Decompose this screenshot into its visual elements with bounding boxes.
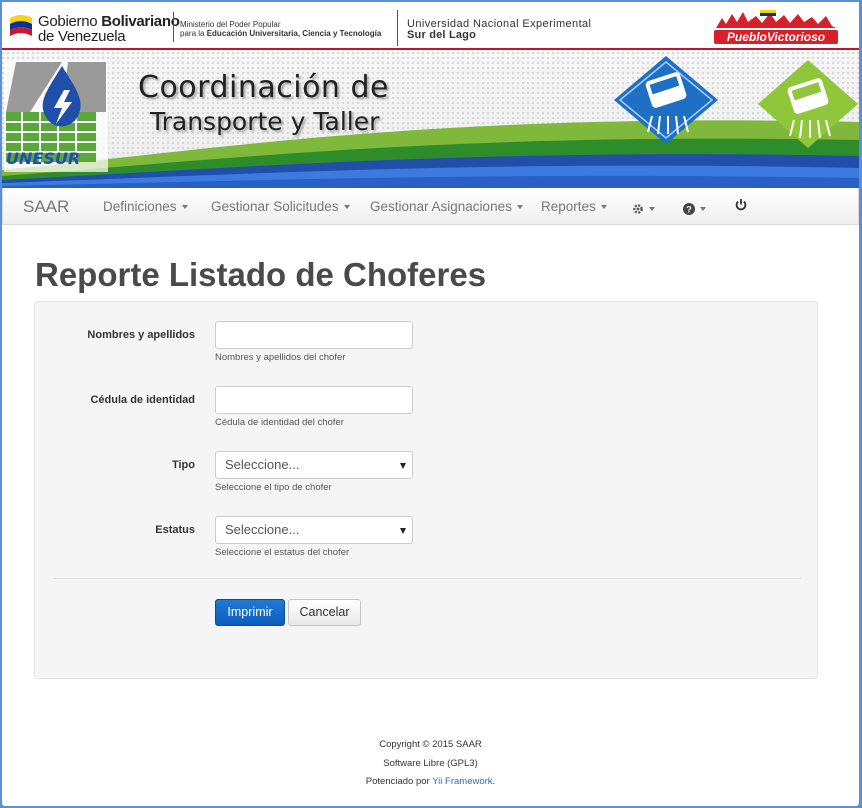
cedula-input[interactable] — [215, 386, 413, 414]
caret-down-icon — [700, 206, 706, 211]
field-label-tipo: Tipo — [171, 459, 195, 471]
select-arrow-icon — [400, 528, 406, 534]
tipo-hint: Seleccione el tipo de chofer — [215, 482, 332, 493]
field-label-cedula: Cédula de identidad — [90, 394, 195, 406]
page-title: Reporte Listado de Choferes — [35, 256, 487, 293]
venezuela-flag-icon — [10, 15, 32, 36]
logout-button[interactable] — [735, 198, 747, 214]
gear-icon — [633, 203, 643, 214]
estatus-hint: Seleccione el estatus del chofer — [215, 547, 350, 558]
footer-powered: Potenciado por Yii Framework. — [2, 776, 859, 787]
nav-item-label: Reportes — [541, 199, 596, 214]
report-form: Nombres y apellidos Nombres y apellidos … — [34, 301, 818, 679]
nav-item-gestionar-asignaciones[interactable]: Gestionar Asignaciones — [370, 199, 523, 214]
univ-line2: Sur del Lago — [407, 29, 477, 41]
unesur-logo-icon: UNESUR — [4, 60, 108, 172]
tipo-select-value: Seleccione... — [225, 457, 300, 472]
footer-license: Software Libre (GPL3) — [383, 758, 478, 769]
estatus-select[interactable]: Seleccione... — [215, 516, 413, 544]
gov-line2: de Venezuela — [38, 28, 126, 45]
nav-item-label: Gestionar Solicitudes — [211, 199, 339, 214]
ministry-name: Ministerio del Poder Popular para la Edu… — [180, 20, 381, 38]
select-arrow-icon — [400, 463, 406, 469]
caret-down-icon — [343, 205, 350, 210]
header-divider — [173, 12, 174, 42]
banner: UNESUR Coordinación de Transporte y Tall… — [2, 52, 859, 188]
ministry-line1: Ministerio del Poder Popular — [180, 20, 281, 29]
form-divider — [53, 578, 801, 579]
help-menu[interactable]: ? — [683, 200, 706, 216]
cedula-hint: Cédula de identidad del chofer — [215, 417, 344, 428]
caret-down-icon — [516, 205, 523, 210]
ministry-line2-bold: Educación Universitaria, Ciencia y Tecno… — [206, 29, 382, 38]
government-name: Gobierno Bolivariano de Venezuela — [38, 14, 180, 44]
footer-powered-suffix: . — [492, 776, 496, 787]
caret-down-icon — [181, 205, 188, 210]
nav-item-label: Definiciones — [103, 199, 177, 214]
tipo-select[interactable]: Seleccione... — [215, 451, 413, 479]
imprimir-button[interactable]: Imprimir — [215, 599, 285, 626]
nombres-input[interactable] — [215, 321, 413, 349]
caret-down-icon — [649, 206, 655, 211]
browser-page: Gobierno Bolivariano de Venezuela Minist… — [2, 2, 859, 806]
nav-item-reportes[interactable]: Reportes — [541, 199, 607, 214]
svg-text:?: ? — [686, 204, 692, 214]
nav-item-label: Gestionar Asignaciones — [370, 199, 512, 214]
ministry-line2-prefix: para la — [180, 29, 205, 38]
field-label-nombres: Nombres y apellidos — [87, 329, 195, 341]
nav-item-definiciones[interactable]: Definiciones — [103, 199, 188, 214]
banner-title-line2: Transporte y Taller — [150, 107, 380, 136]
main-navbar: SAAR Definiciones Gestionar Solicitudes … — [2, 188, 859, 225]
svg-text:UNESUR: UNESUR — [6, 149, 80, 168]
yii-framework-link[interactable]: Yii Framework — [432, 776, 492, 787]
cancelar-button[interactable]: Cancelar — [288, 599, 361, 626]
government-header: Gobierno Bolivariano de Venezuela Minist… — [2, 2, 859, 50]
footer-copyright: Copyright © 2015 SAAR — [379, 739, 482, 750]
nombres-hint: Nombres y apellidos del chofer — [215, 352, 346, 363]
nav-brand[interactable]: SAAR — [23, 197, 69, 217]
banner-title-line1: Coordinación de — [138, 70, 389, 105]
footer-powered-prefix: Potenciado por — [365, 776, 430, 787]
nav-item-gestionar-solicitudes[interactable]: Gestionar Solicitudes — [211, 199, 350, 214]
university-name: Universidad Nacional Experimental Sur de… — [407, 19, 591, 41]
caret-down-icon — [600, 205, 607, 210]
field-label-estatus: Estatus — [155, 524, 195, 536]
svg-text:PuebloVictorioso: PuebloVictorioso — [727, 30, 825, 44]
banner-graphics: UNESUR — [2, 56, 859, 188]
pueblo-victorioso-logo-icon: PuebloVictorioso — [714, 10, 838, 44]
estatus-select-value: Seleccione... — [225, 522, 300, 537]
help-icon: ? — [683, 202, 695, 215]
header-divider — [397, 10, 398, 46]
power-icon — [735, 199, 747, 211]
settings-menu[interactable] — [632, 200, 655, 216]
